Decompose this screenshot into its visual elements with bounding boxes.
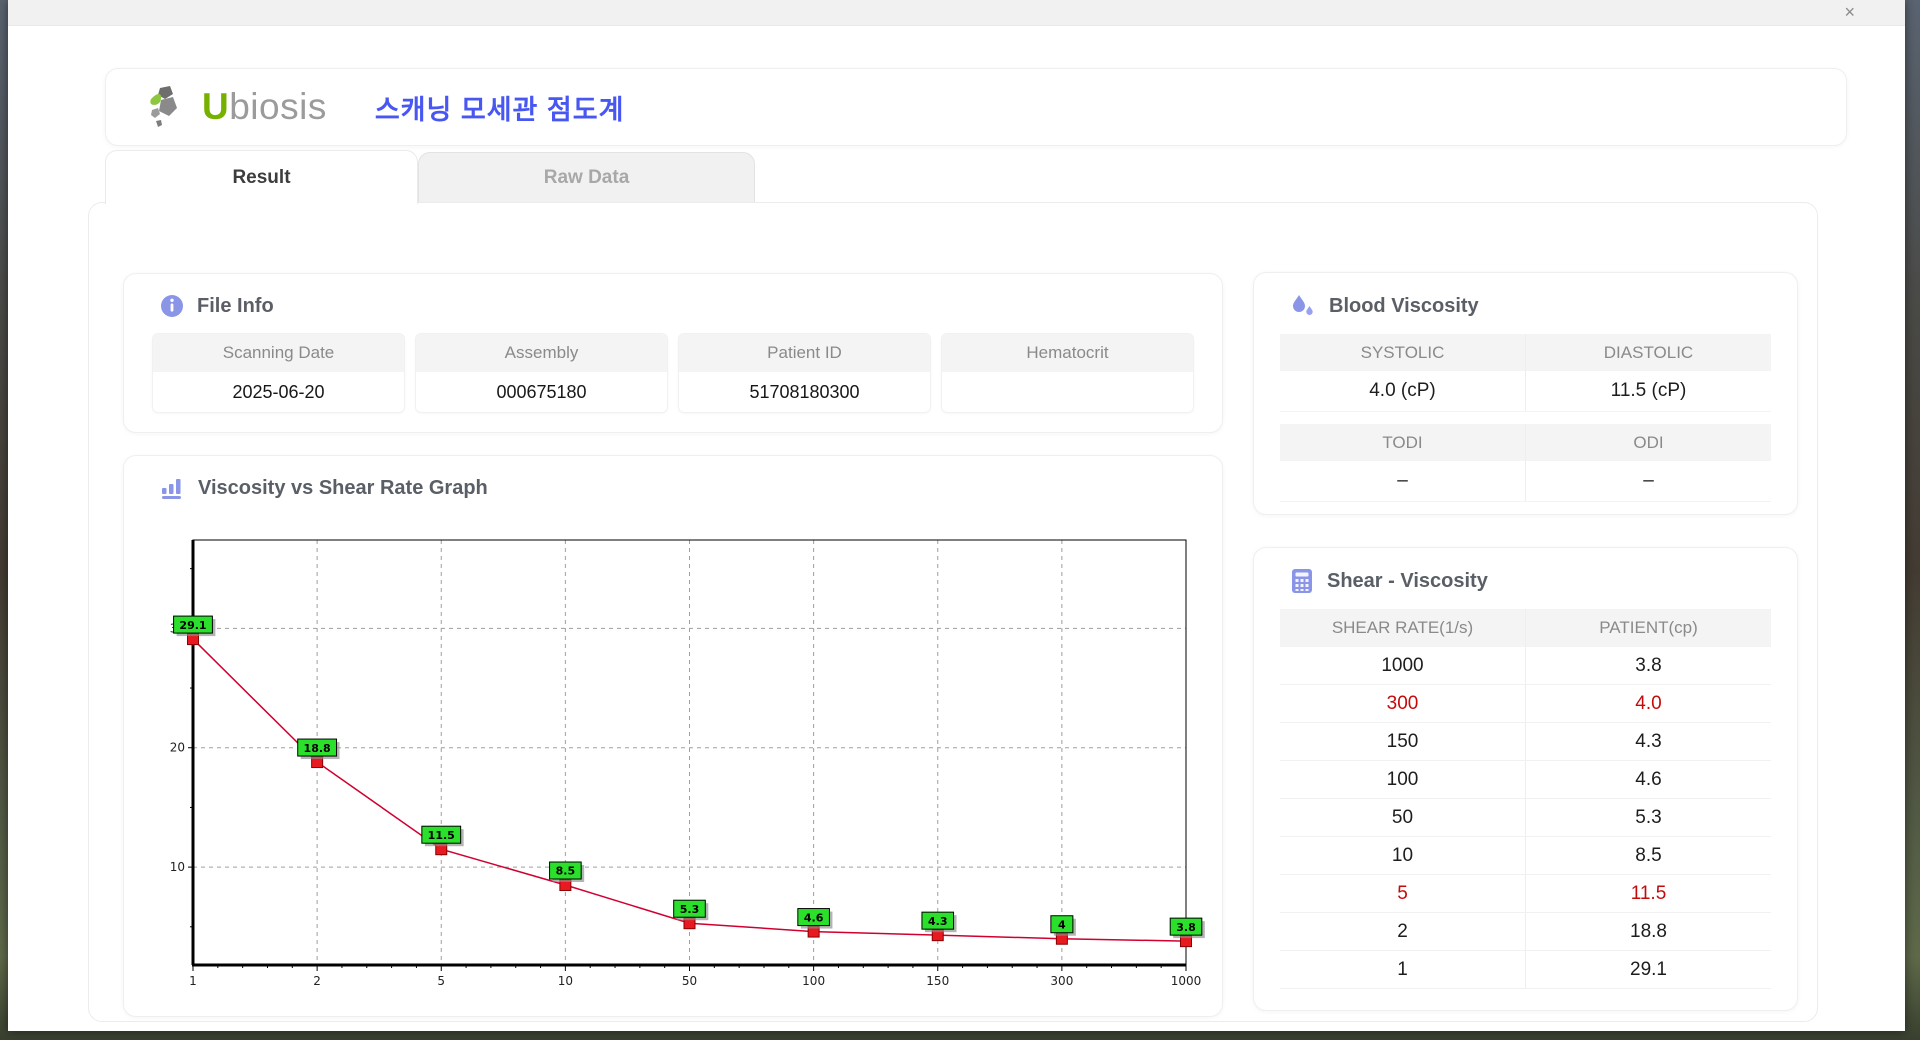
- field-value: 51708180300: [749, 381, 860, 402]
- svg-text:10: 10: [170, 860, 185, 874]
- shear-rate-value: 5: [1280, 875, 1526, 912]
- bv-value-diastolic: 11.5 (cP): [1610, 380, 1687, 401]
- svg-text:8.5: 8.5: [556, 865, 576, 878]
- bv-value-odi: –: [1643, 470, 1654, 491]
- patient-viscosity-value: 4.0: [1635, 692, 1662, 714]
- file-info-card: File Info Scanning Date 2025-06-20 Assembl…: [123, 273, 1223, 433]
- patient-viscosity-value: 18.8: [1630, 920, 1667, 942]
- app-header: Ubiosis 스캐닝 모세관 점도계: [105, 68, 1847, 146]
- svg-text:1: 1: [189, 974, 197, 988]
- blood-viscosity-table: SYSTOLIC DIASTOLIC 4.0 (cP) 11.5 (cP) TODI OD…: [1280, 334, 1771, 502]
- sv-column-header: SHEAR RATE(1/s): [1280, 609, 1526, 647]
- blood-viscosity-card: Blood Viscosity SYSTOLIC DIASTOLIC 4.0 (cP…: [1253, 272, 1798, 515]
- window-titlebar: ×: [8, 0, 1905, 26]
- shear-row-5: 5 11.5: [1280, 875, 1771, 913]
- field-value: [942, 372, 1193, 412]
- shear-rate-value: 2: [1280, 913, 1526, 950]
- svg-text:4: 4: [1058, 918, 1066, 931]
- file-field-hematocrit: Hematocrit: [941, 333, 1194, 413]
- blood-viscosity-title: Blood Viscosity: [1254, 273, 1797, 319]
- patient-viscosity-value: 8.5: [1635, 844, 1662, 866]
- shear-rate-value: 10: [1280, 837, 1526, 874]
- shear-row-2: 2 18.8: [1280, 913, 1771, 951]
- app-title: 스캐닝 모세관 점도계: [374, 94, 625, 125]
- file-field-assembly: Assembly 000675180: [415, 333, 668, 413]
- logo-text: Ubiosis: [202, 86, 327, 127]
- shear-rate-value: 100: [1280, 761, 1526, 798]
- shear-row-50: 50 5.3: [1280, 799, 1771, 837]
- shear-rate-value: 300: [1280, 685, 1526, 722]
- shear-row-10: 10 8.5: [1280, 837, 1771, 875]
- shear-rate-value: 50: [1280, 799, 1526, 836]
- bv-value-todi: –: [1280, 461, 1526, 501]
- logo-leaf-icon: [150, 86, 177, 127]
- svg-text:11.5: 11.5: [428, 829, 455, 842]
- patient-viscosity-value: 3.8: [1635, 654, 1662, 676]
- shear-viscosity-title: Shear - Viscosity: [1254, 548, 1797, 594]
- svg-text:20: 20: [170, 741, 185, 755]
- patient-viscosity-value: 11.5: [1630, 882, 1667, 904]
- shear-viscosity-card: Shear - Viscosity SHEAR RATE(1/s) PATIENT…: [1253, 547, 1798, 1011]
- shear-row-1000: 1000 3.8: [1280, 647, 1771, 685]
- tab-result[interactable]: Result: [105, 150, 418, 204]
- shear-row-100: 100 4.6: [1280, 761, 1771, 799]
- svg-text:5.3: 5.3: [680, 903, 700, 916]
- patient-viscosity-value: 29.1: [1630, 958, 1667, 980]
- patient-viscosity-value: 4.3: [1635, 730, 1662, 752]
- field-value: 000675180: [496, 381, 587, 402]
- ubiosis-logo: Ubiosis: [146, 84, 327, 130]
- field-label: Scanning Date: [153, 334, 404, 372]
- bv-header-systolic: SYSTOLIC: [1280, 334, 1526, 371]
- svg-text:1000: 1000: [1171, 974, 1202, 988]
- sv-column-header: PATIENT(cp): [1599, 618, 1698, 637]
- bv-header-diastolic: DIASTOLIC: [1603, 342, 1694, 362]
- svg-text:5: 5: [437, 974, 445, 988]
- calculator-icon: [1290, 568, 1314, 594]
- field-label: Hematocrit: [942, 334, 1193, 372]
- info-icon: [160, 294, 184, 318]
- file-field-scanning-date: Scanning Date 2025-06-20: [152, 333, 405, 413]
- shear-rate-value: 1: [1280, 951, 1526, 988]
- svg-text:2: 2: [313, 974, 321, 988]
- file-info-title: File Info: [124, 274, 1222, 318]
- field-label: Assembly: [416, 334, 667, 372]
- bv-header-odi: ODI: [1633, 432, 1664, 452]
- svg-text:18.8: 18.8: [304, 742, 331, 755]
- bv-value-systolic: 4.0 (cP): [1280, 371, 1526, 411]
- svg-text:50: 50: [682, 974, 697, 988]
- graph-title: Viscosity vs Shear Rate Graph: [124, 456, 1222, 500]
- file-info-title-text: File Info: [197, 294, 274, 317]
- field-label: Patient ID: [679, 334, 930, 372]
- svg-text:4.3: 4.3: [928, 915, 948, 928]
- svg-text:3.8: 3.8: [1176, 921, 1196, 934]
- shear-row-150: 150 4.3: [1280, 723, 1771, 761]
- shear-row-1: 1 29.1: [1280, 951, 1771, 989]
- shear-rate-value: 150: [1280, 723, 1526, 760]
- blood-drops-icon: [1290, 293, 1316, 319]
- svg-text:150: 150: [926, 974, 949, 988]
- bv-header-todi: TODI: [1280, 424, 1526, 461]
- shear-rate-value: 1000: [1280, 647, 1526, 684]
- close-icon[interactable]: ×: [1836, 0, 1863, 26]
- viscosity-chart: 1020301251050100150300100029.118.811.58.…: [170, 539, 1205, 988]
- svg-text:10: 10: [558, 974, 573, 988]
- field-value: 2025-06-20: [232, 381, 325, 402]
- file-field-patient-id: Patient ID 51708180300: [678, 333, 931, 413]
- shear-viscosity-table: SHEAR RATE(1/s) PATIENT(cp) 1000 3.8 300 4.0 1…: [1280, 609, 1771, 989]
- file-info-fields: Scanning Date 2025-06-20 Assembly 000675180…: [124, 318, 1222, 413]
- svg-text:100: 100: [802, 974, 825, 988]
- svg-text:4.6: 4.6: [804, 911, 824, 924]
- shear-row-300: 300 4.0: [1280, 685, 1771, 723]
- blood-viscosity-title-text: Blood Viscosity: [1329, 294, 1479, 317]
- tab-raw-data[interactable]: Raw Data: [418, 152, 755, 202]
- patient-viscosity-value: 5.3: [1635, 806, 1662, 828]
- bar-chart-icon: [160, 476, 185, 500]
- svg-text:300: 300: [1050, 974, 1073, 988]
- shear-viscosity-title-text: Shear - Viscosity: [1327, 569, 1488, 592]
- patient-viscosity-value: 4.6: [1635, 768, 1662, 790]
- svg-text:29.1: 29.1: [179, 619, 206, 632]
- graph-title-text: Viscosity vs Shear Rate Graph: [198, 476, 488, 499]
- viscosity-graph-card: Viscosity vs Shear Rate Graph 1020301251…: [123, 455, 1223, 1017]
